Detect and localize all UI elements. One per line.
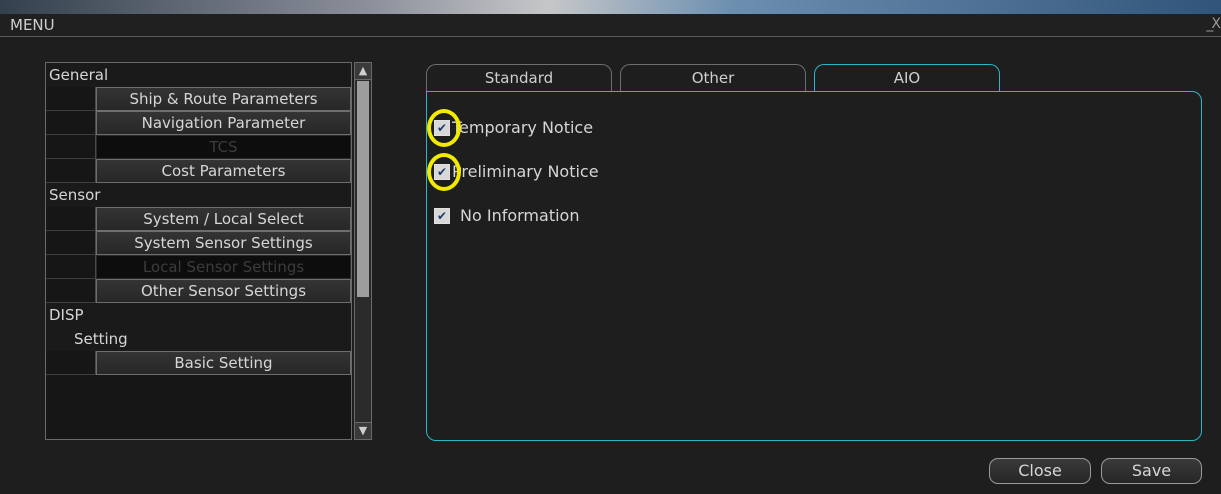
menu-indent xyxy=(46,279,96,303)
close-button[interactable]: Close xyxy=(989,458,1091,484)
menu-row: Local Sensor Settings xyxy=(46,255,351,279)
menu-item-local-sensor-settings: Local Sensor Settings xyxy=(96,255,351,279)
menu-row: Ship & Route Parameters xyxy=(46,87,351,111)
menu-category-sensor: Sensor xyxy=(46,183,351,208)
menu-category-disp: DISP xyxy=(46,303,351,328)
menu-scrollbar[interactable]: ▲ ▼ xyxy=(354,62,372,440)
menu-item-basic-setting[interactable]: Basic Setting xyxy=(96,351,351,375)
menu-list: General Ship & Route Parameters Navigati… xyxy=(45,62,352,440)
scroll-thumb[interactable] xyxy=(357,81,369,297)
menu-item-cost-parameters[interactable]: Cost Parameters xyxy=(96,159,351,183)
menu-item-tcs: TCS xyxy=(96,135,351,159)
menu-row: System / Local Select xyxy=(46,207,351,231)
menu-indent xyxy=(46,231,96,255)
menu-indent xyxy=(46,159,96,183)
tab-standard[interactable]: Standard xyxy=(426,64,612,91)
menu-subcategory-label: Setting xyxy=(74,330,128,348)
option-label: Preliminary Notice xyxy=(452,162,599,181)
menu-item-system-local-select[interactable]: System / Local Select xyxy=(96,207,351,231)
menu-indent xyxy=(46,351,96,375)
checkbox-checked-icon[interactable]: ✔ xyxy=(434,207,450,224)
menu-category-label: General xyxy=(49,66,109,84)
menu-category-label: Sensor xyxy=(49,186,101,204)
option-no-information[interactable]: ✔ No Information xyxy=(434,206,579,225)
menu-row: System Sensor Settings xyxy=(46,231,351,255)
aio-panel xyxy=(426,91,1202,441)
menu-category-general: General xyxy=(46,63,351,88)
menu-row: Basic Setting xyxy=(46,351,351,375)
menu-row: Cost Parameters xyxy=(46,159,351,183)
menu-indent xyxy=(46,87,96,111)
title-bar: MENU _X xyxy=(0,14,1221,37)
option-label: No Information xyxy=(460,206,580,225)
menu-category-label: DISP xyxy=(49,306,84,324)
menu-row: Navigation Parameter xyxy=(46,111,351,135)
menu-item-navigation-parameter[interactable]: Navigation Parameter xyxy=(96,111,351,135)
window-controls[interactable]: _X xyxy=(1206,16,1221,32)
menu-row: Other Sensor Settings xyxy=(46,279,351,303)
menu-indent xyxy=(46,135,96,159)
scroll-up-icon[interactable]: ▲ xyxy=(355,63,371,80)
tab-other[interactable]: Other xyxy=(620,64,806,91)
menu-indent xyxy=(46,207,96,231)
window-title: MENU xyxy=(10,16,55,34)
menu-row: TCS xyxy=(46,135,351,159)
scroll-down-icon[interactable]: ▼ xyxy=(355,422,371,439)
save-button[interactable]: Save xyxy=(1101,458,1202,484)
menu-item-other-sensor-settings[interactable]: Other Sensor Settings xyxy=(96,279,351,303)
menu-item-system-sensor-settings[interactable]: System Sensor Settings xyxy=(96,231,351,255)
menu-subcategory-setting: Setting xyxy=(46,327,351,352)
highlight-circle xyxy=(427,153,461,191)
option-label: Temporary Notice xyxy=(452,118,594,137)
tab-aio[interactable]: AIO xyxy=(814,64,1000,93)
highlight-circle xyxy=(427,109,461,147)
menu-indent xyxy=(46,111,96,135)
menu-indent xyxy=(46,255,96,279)
menu-item-ship-route-parameters[interactable]: Ship & Route Parameters xyxy=(96,87,351,111)
tab-bar: Standard Other AIO xyxy=(426,64,1000,93)
background-strip xyxy=(0,0,1221,14)
